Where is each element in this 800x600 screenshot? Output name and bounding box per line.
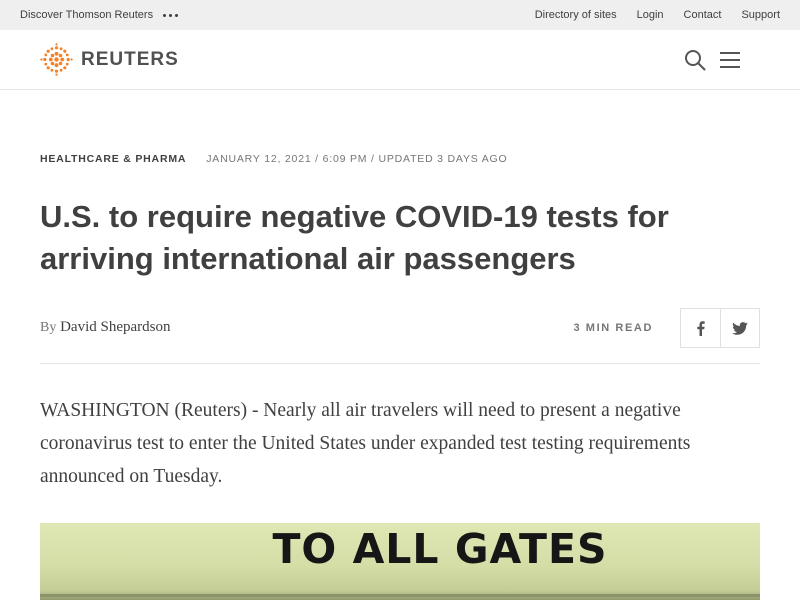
reuters-logo-text: REUTERS: [81, 48, 179, 70]
discover-group[interactable]: Discover Thomson Reuters: [20, 9, 179, 21]
article-photo[interactable]: TO ALL GATES: [40, 523, 760, 600]
reuters-logo-icon: [40, 43, 73, 76]
article-dateline: January 12, 2021 / 6:09 PM / Updated 3 d…: [206, 153, 508, 165]
photo-sign-edge: [40, 594, 760, 597]
read-time: 3 Min Read: [573, 322, 653, 334]
twitter-icon: [731, 321, 748, 335]
support-link[interactable]: Support: [741, 9, 780, 21]
reuters-logo[interactable]: REUTERS: [40, 43, 179, 76]
site-header: REUTERS: [0, 30, 800, 90]
search-icon[interactable]: [684, 49, 706, 71]
section-link[interactable]: Healthcare & Pharma: [40, 153, 186, 165]
utility-links: Directory of sites Login Contact Support: [535, 9, 780, 21]
hamburger-menu-icon[interactable]: [720, 51, 740, 69]
facebook-icon: [697, 320, 705, 336]
facebook-share-button[interactable]: [681, 309, 720, 347]
byline-prefix: By: [40, 320, 57, 335]
contact-link[interactable]: Contact: [684, 9, 722, 21]
twitter-share-button[interactable]: [719, 309, 760, 347]
article-headline: U.S. to require negative COVID-19 tests …: [40, 199, 669, 276]
more-dots-icon[interactable]: [163, 13, 179, 17]
directory-of-sites-link[interactable]: Directory of sites: [535, 9, 617, 21]
article-lede: WASHINGTON (Reuters) - Nearly all air tr…: [40, 400, 691, 487]
login-link[interactable]: Login: [637, 9, 664, 21]
byline: By David Shepardson: [40, 319, 171, 336]
discover-link[interactable]: Discover Thomson Reuters: [20, 9, 153, 21]
photo-sign-text: TO ALL GATES: [272, 525, 608, 573]
article-meta: Healthcare & Pharma January 12, 2021 / 6…: [40, 153, 507, 165]
author-link[interactable]: David Shepardson: [60, 319, 170, 335]
byline-row: By David Shepardson 3 Min Read: [40, 308, 760, 364]
share-buttons: [680, 308, 760, 348]
utility-bar: Discover Thomson Reuters Directory of si…: [0, 0, 800, 30]
